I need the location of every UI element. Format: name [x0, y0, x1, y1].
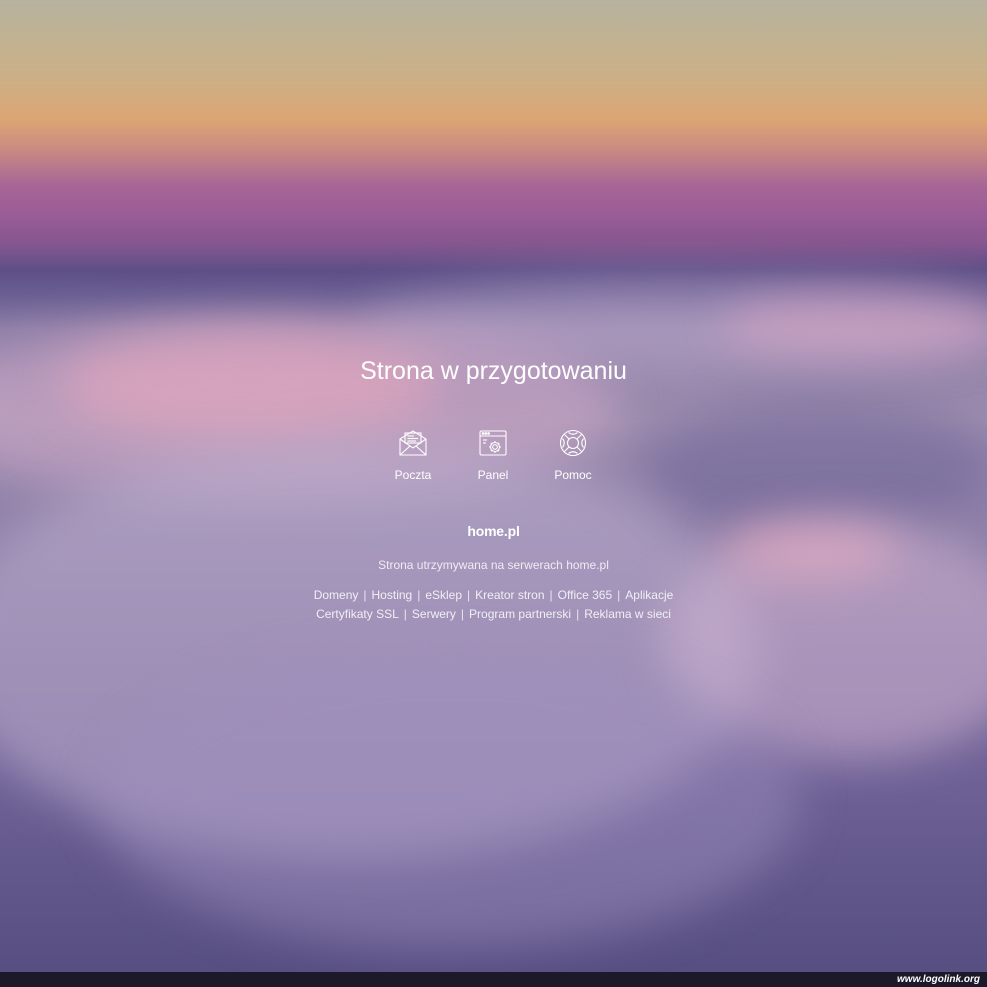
footer-links-row-1: Domeny | Hosting | eSklep | Kreator stron | Offi…	[0, 586, 987, 605]
control-panel-icon	[479, 430, 507, 456]
page: Strona w przygotowaniu Poczta Panel Pomo…	[0, 0, 987, 987]
shortcut-panel[interactable]: Panel	[453, 428, 533, 488]
link-separator: |	[417, 588, 421, 602]
main-content: Strona w przygotowaniu Poczta Panel Pomo…	[0, 0, 987, 987]
link-domeny[interactable]: Domeny	[314, 588, 359, 602]
link-separator: |	[460, 607, 465, 621]
watermark-text: www.logolink.org	[897, 974, 980, 985]
link-kreator-stron[interactable]: Kreator stron	[475, 588, 544, 602]
shortcut-poczta[interactable]: Poczta	[373, 428, 453, 488]
link-separator: |	[617, 588, 621, 602]
shortcut-label: Panel	[477, 468, 509, 482]
link-serwery[interactable]: Serwery	[412, 607, 456, 621]
link-separator: |	[403, 607, 407, 621]
hosted-by-text: Strona utrzymywana na serwerach home.pl	[378, 558, 609, 572]
shortcut-bar: Poczta Panel Pomoc	[373, 428, 613, 488]
link-esklep[interactable]: eSklep	[425, 588, 462, 602]
home-pl-logo[interactable]: home.pl	[0, 522, 987, 540]
link-program-partnerski[interactable]: Program partnerski	[469, 607, 571, 621]
footer-links: Domeny | Hosting | eSklep | Kreator stron | Offi…	[0, 586, 987, 624]
link-separator: |	[363, 588, 367, 602]
shortcut-label: Poczta	[394, 468, 432, 482]
shortcut-pomoc[interactable]: Pomoc	[533, 428, 613, 488]
footer-links-row-2: Certyfikaty SSL | Serwery | Program partners…	[0, 605, 987, 624]
link-separator: |	[467, 588, 471, 602]
link-reklama-w-sieci[interactable]: Reklama w sieci	[584, 607, 671, 621]
link-aplikacje[interactable]: Aplikacje	[625, 588, 673, 602]
link-separator: |	[549, 588, 553, 602]
shortcut-label: Pomoc	[554, 468, 592, 482]
mail-icon	[399, 430, 427, 456]
link-separator: |	[576, 607, 580, 621]
link-hosting[interactable]: Hosting	[372, 588, 413, 602]
link-office-365[interactable]: Office 365	[558, 588, 612, 602]
watermark-bar: www.logolink.org	[0, 972, 987, 987]
lifebuoy-icon	[559, 429, 587, 457]
link-certyfikaty-ssl[interactable]: Certyfikaty SSL	[316, 607, 399, 621]
page-title: Strona w przygotowaniu	[360, 357, 627, 385]
